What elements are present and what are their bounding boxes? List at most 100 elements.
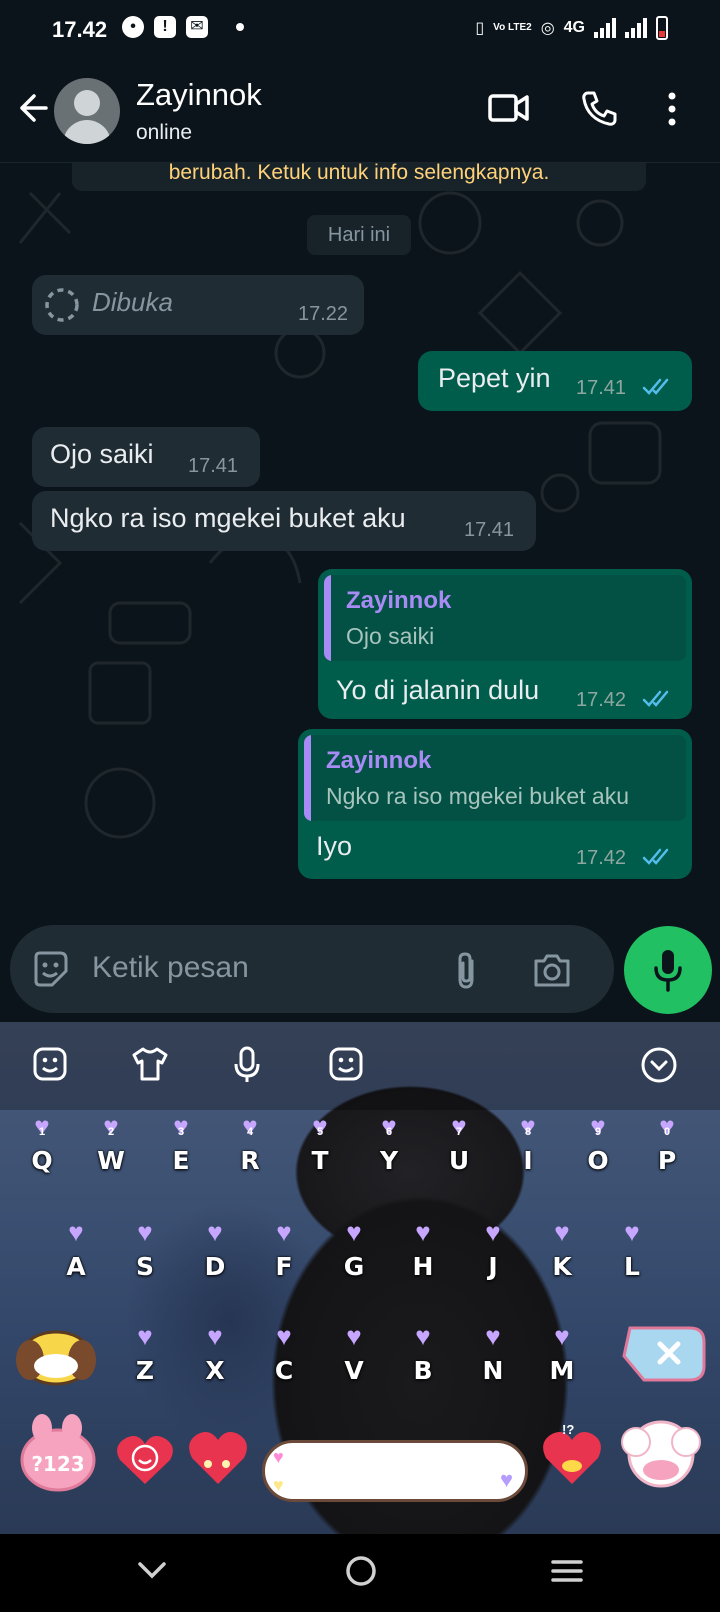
- key-o[interactable]: ♥ 9 O: [572, 1112, 624, 1192]
- mail-notification-icon: ✉: [186, 16, 208, 38]
- key-e[interactable]: ♥ 3 E: [155, 1112, 207, 1192]
- message-outgoing-reply[interactable]: Zayinnok Ngko ra iso mgekei buket aku Iy…: [298, 729, 692, 879]
- key-h[interactable]: ♥ H: [397, 1218, 449, 1298]
- chat-area[interactable]: berubah. Ketuk untuk info selengkapnya. …: [0, 163, 720, 913]
- keyboard[interactable]: ♥ 1 Q ♥ 2 W ♥ 3 E ♥ 4 R ♥ 5 T ♥ 6 Y ♥ 7 U ♥ 8 I ♥ 9 O ♥ 0 P …: [0, 1022, 720, 1534]
- message-notification-icon: •: [122, 16, 144, 38]
- key-m[interactable]: ♥ M: [536, 1322, 588, 1402]
- read-ticks-icon: [642, 689, 674, 714]
- key-a[interactable]: ♥ A: [50, 1218, 102, 1298]
- message-input[interactable]: Ketik pesan: [92, 951, 249, 985]
- nav-back-icon[interactable]: [136, 1554, 168, 1591]
- status-bar: 17.42 • ! ✉ ▯ Vo LTE2 ◎ 4G: [0, 0, 720, 60]
- message-incoming[interactable]: Ojo saiki 17.41: [32, 427, 260, 487]
- message-text: Dibuka: [92, 287, 173, 317]
- message-outgoing-reply[interactable]: Zayinnok Ojo saiki Yo di jalanin dulu 17…: [318, 569, 692, 719]
- quoted-sender: Zayinnok: [346, 587, 452, 614]
- heart-character-icon: [189, 1432, 247, 1484]
- more-options-icon[interactable]: [666, 90, 678, 133]
- voice-call-icon[interactable]: [580, 90, 618, 133]
- avatar[interactable]: [54, 78, 120, 144]
- system-icons: ▯ Vo LTE2 ◎ 4G: [475, 16, 668, 40]
- key-q[interactable]: ♥ 1 Q: [16, 1112, 68, 1192]
- notification-icons: • ! ✉: [122, 16, 244, 38]
- key-r[interactable]: ♥ 4 R: [224, 1112, 276, 1192]
- quoted-message[interactable]: Zayinnok Ngko ra iso mgekei buket aku: [304, 735, 686, 821]
- key-g[interactable]: ♥ G: [328, 1218, 380, 1298]
- comma-key[interactable]: [186, 1426, 250, 1493]
- backspace-key[interactable]: [620, 1316, 710, 1397]
- quoted-text: Ngko ra iso mgekei buket aku: [326, 783, 629, 809]
- video-call-icon[interactable]: [488, 90, 530, 131]
- more-notifications-icon: [236, 23, 244, 31]
- navigation-bar: [0, 1534, 720, 1612]
- key-d[interactable]: ♥ D: [189, 1218, 241, 1298]
- key-i[interactable]: ♥ 8 I: [502, 1112, 554, 1192]
- quoted-sender: Zayinnok: [326, 747, 432, 774]
- collapse-keyboard-icon[interactable]: [640, 1046, 678, 1089]
- space-bar[interactable]: ♥ ♥ ♥: [262, 1440, 528, 1502]
- alert-notification-icon: !: [154, 16, 176, 38]
- heart-decoration-icon: ♥: [273, 1447, 284, 1467]
- emoji-icon[interactable]: [328, 1046, 364, 1087]
- key-b[interactable]: ♥ B: [397, 1322, 449, 1402]
- keyboard-toolbar: [0, 1022, 720, 1110]
- voice-record-button[interactable]: [624, 926, 712, 1014]
- sheep-sticker-icon: [621, 1420, 701, 1488]
- key-f[interactable]: ♥ F: [258, 1218, 310, 1298]
- punctuation-key[interactable]: !?: [540, 1422, 604, 1493]
- sticker-icon[interactable]: [30, 949, 70, 994]
- message-view-once[interactable]: Dibuka 17.22: [32, 275, 364, 335]
- key-y[interactable]: ♥ 6 Y: [363, 1112, 415, 1192]
- shift-sticker-icon: [16, 1330, 96, 1386]
- read-ticks-icon: [642, 847, 674, 872]
- contact-name[interactable]: Zayinnok: [136, 77, 262, 113]
- backspace-sticker-icon: [622, 1326, 706, 1382]
- message-text: Ngko ra iso mgekei buket aku: [50, 503, 406, 533]
- view-once-icon: [42, 285, 82, 330]
- smiley-heart-icon: [117, 1436, 173, 1484]
- emoji-key[interactable]: [114, 1432, 176, 1491]
- microphone-icon: [652, 948, 684, 997]
- key-p[interactable]: ♥ 0 P: [641, 1112, 693, 1192]
- quoted-message[interactable]: Zayinnok Ojo saiki: [324, 575, 686, 661]
- attach-icon[interactable]: [450, 951, 482, 996]
- camera-icon[interactable]: [532, 951, 572, 994]
- message-outgoing[interactable]: Pepet yin 17.41: [418, 351, 692, 411]
- message-time: 17.22: [298, 303, 349, 325]
- key-k[interactable]: ♥ K: [536, 1218, 588, 1298]
- enter-key[interactable]: [616, 1412, 706, 1501]
- key-z[interactable]: ♥ Z: [119, 1322, 171, 1402]
- encryption-notice[interactable]: berubah. Ketuk untuk info selengkapnya.: [72, 163, 646, 191]
- network-type: 4G: [563, 19, 585, 36]
- key-c[interactable]: ♥ C: [258, 1322, 310, 1402]
- key-n[interactable]: ♥ N: [467, 1322, 519, 1402]
- voice-input-icon[interactable]: [232, 1046, 262, 1089]
- message-composer[interactable]: Ketik pesan: [10, 925, 614, 1013]
- heart-decoration-icon: ♥: [499, 1467, 513, 1492]
- date-chip: Hari ini: [307, 215, 411, 255]
- key-x[interactable]: ♥ X: [189, 1322, 241, 1402]
- key-u[interactable]: ♥ 7 U: [433, 1112, 485, 1192]
- hotspot-icon: ◎: [540, 20, 555, 37]
- shift-key[interactable]: [12, 1320, 100, 1395]
- key-l[interactable]: ♥ L: [606, 1218, 658, 1298]
- nav-home-icon[interactable]: [344, 1554, 378, 1593]
- key-s[interactable]: ♥ S: [119, 1218, 171, 1298]
- back-arrow-icon[interactable]: [14, 90, 50, 134]
- emoji-sticker-icon[interactable]: [32, 1046, 68, 1087]
- key-t[interactable]: ♥ 5 T: [294, 1112, 346, 1192]
- key-w[interactable]: ♥ 2 W: [85, 1112, 137, 1192]
- punctuation-key-label: !?: [562, 1422, 575, 1437]
- key-v[interactable]: ♥ V: [328, 1322, 380, 1402]
- symbols-key-label: ?123: [31, 1452, 85, 1476]
- status-time: 17.42: [52, 17, 108, 42]
- chat-header: Zayinnok online: [0, 60, 720, 163]
- message-text: Iyo: [316, 831, 353, 861]
- nav-recents-icon[interactable]: [550, 1554, 584, 1593]
- contact-status: online: [136, 121, 193, 144]
- symbols-key[interactable]: ?123: [16, 1412, 100, 1501]
- theme-shirt-icon[interactable]: [130, 1046, 170, 1087]
- key-j[interactable]: ♥ J: [467, 1218, 519, 1298]
- message-incoming[interactable]: Ngko ra iso mgekei buket aku 17.41: [32, 491, 536, 551]
